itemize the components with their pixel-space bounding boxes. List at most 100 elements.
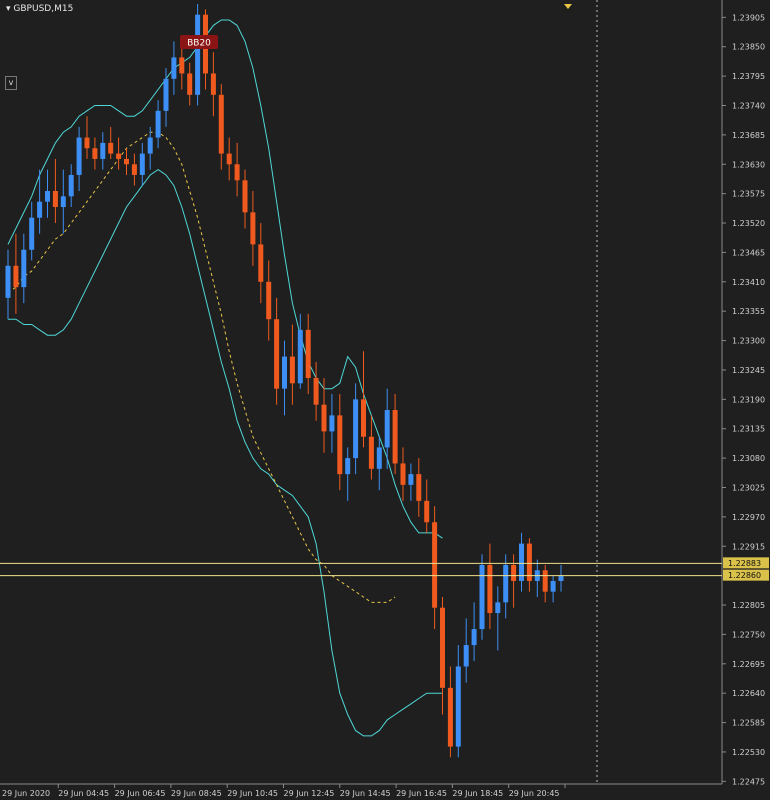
y-tick-label: 1.23190 bbox=[732, 395, 765, 404]
candle-body bbox=[92, 148, 98, 159]
candle-body bbox=[471, 629, 477, 646]
candle-body bbox=[13, 265, 19, 288]
candle-body bbox=[440, 607, 445, 688]
candle-body bbox=[21, 249, 27, 288]
candle-body bbox=[187, 73, 193, 95]
y-tick-label: 1.23685 bbox=[732, 131, 765, 140]
x-tick-label: 29 Jun 06:45 bbox=[115, 789, 166, 798]
y-tick-label: 1.23410 bbox=[732, 278, 765, 287]
y-tick-label: 1.22750 bbox=[732, 630, 765, 639]
x-tick-label: 29 Jun 12:45 bbox=[284, 789, 335, 798]
candle-body bbox=[313, 377, 319, 405]
symbol-text: GBPUSD,M15 bbox=[13, 4, 74, 14]
middle-band-series bbox=[7, 131, 396, 603]
candle-body bbox=[266, 281, 272, 320]
y-tick-label: 1.23025 bbox=[732, 483, 765, 492]
dropdown-arrow-icon[interactable]: ▾ bbox=[6, 4, 11, 14]
x-tick-label: 29 Jun 08:45 bbox=[171, 789, 222, 798]
y-tick-label: 1.22475 bbox=[732, 777, 765, 786]
candle-body bbox=[258, 244, 264, 282]
candle-body bbox=[84, 137, 90, 149]
y-tick-label: 1.23740 bbox=[732, 102, 765, 111]
candle-body bbox=[368, 436, 374, 469]
x-tick-label: 29 Jun 20:45 bbox=[509, 789, 560, 798]
indicator-badge-label: BB20 bbox=[187, 39, 211, 49]
x-tick-label: 29 Jun 2020 bbox=[2, 789, 50, 798]
y-tick-label: 1.22915 bbox=[732, 542, 765, 551]
candle-body bbox=[147, 137, 153, 154]
x-tick-label: 29 Jun 10:45 bbox=[227, 789, 278, 798]
candle-body bbox=[511, 564, 517, 581]
y-tick-label: 1.22530 bbox=[732, 748, 765, 757]
candle-body bbox=[274, 319, 280, 389]
candle-body bbox=[155, 110, 161, 138]
candle-body bbox=[400, 463, 406, 485]
candle-body bbox=[218, 94, 224, 154]
candle-body bbox=[139, 153, 145, 175]
candle-body bbox=[226, 153, 232, 165]
candle-body bbox=[45, 190, 50, 202]
candle-body bbox=[37, 201, 43, 218]
candle-body bbox=[447, 687, 453, 747]
candle-body bbox=[289, 356, 295, 384]
candle-body bbox=[479, 564, 485, 630]
candle-body bbox=[495, 602, 501, 614]
candle-body bbox=[558, 575, 564, 581]
x-tick-label: 29 Jun 16:45 bbox=[396, 789, 447, 798]
y-tick-label: 1.23520 bbox=[732, 219, 765, 228]
chart-canvas[interactable]: 1.23905 1.23850 1.23795 1.23740 1.23685 1.236… bbox=[0, 0, 770, 800]
candle-body bbox=[542, 570, 548, 592]
y-tick-label: 1.23135 bbox=[732, 425, 765, 434]
candle-body bbox=[361, 399, 366, 437]
candle-body bbox=[455, 666, 461, 747]
x-tick-label: 29 Jun 14:45 bbox=[340, 789, 391, 798]
candle-body bbox=[321, 404, 327, 432]
candle-body bbox=[210, 73, 216, 95]
candle-body bbox=[195, 14, 201, 95]
shift-marker-icon[interactable] bbox=[564, 4, 572, 9]
chart-window[interactable]: 1.23905 1.23850 1.23795 1.23740 1.23685 1.236… bbox=[0, 0, 770, 800]
y-tick-label: 1.23080 bbox=[732, 454, 765, 463]
candle-body bbox=[463, 645, 469, 667]
candle-body bbox=[384, 410, 390, 448]
candle-body bbox=[345, 458, 351, 475]
candle-body bbox=[337, 415, 343, 475]
price-tag-label: 1.22883 bbox=[728, 559, 761, 568]
candle-body bbox=[550, 580, 556, 592]
candle-body bbox=[392, 410, 398, 464]
x-tick-label: 29 Jun 18:45 bbox=[452, 789, 503, 798]
candle-body bbox=[432, 522, 438, 608]
y-tick-label: 1.23355 bbox=[732, 307, 765, 316]
y-tick-label: 1.23850 bbox=[732, 43, 765, 52]
candle-body bbox=[329, 415, 335, 432]
candle-body bbox=[108, 142, 114, 154]
candle-body bbox=[52, 190, 58, 208]
candle-body bbox=[250, 212, 256, 245]
candle-body bbox=[100, 142, 106, 159]
candle-body bbox=[116, 153, 122, 159]
candle-body bbox=[242, 180, 248, 213]
y-tick-label: 1.23575 bbox=[732, 190, 765, 199]
x-tick-label: 29 Jun 04:45 bbox=[58, 789, 109, 798]
candle-body bbox=[305, 329, 311, 378]
one-click-trading-toggle[interactable]: v bbox=[5, 76, 17, 90]
y-tick-label: 1.23905 bbox=[732, 13, 765, 22]
candle-body bbox=[353, 399, 359, 459]
candle-body bbox=[234, 164, 240, 181]
candle-body bbox=[424, 500, 430, 523]
candle-body bbox=[408, 474, 414, 485]
candle-body bbox=[487, 564, 493, 614]
y-tick-label: 1.23300 bbox=[732, 337, 765, 346]
candle-body bbox=[5, 265, 11, 298]
candle-body bbox=[131, 164, 137, 175]
y-tick-label: 1.23630 bbox=[732, 160, 765, 169]
candle-body bbox=[171, 57, 177, 79]
candle-body bbox=[503, 564, 509, 603]
y-tick-label: 1.23795 bbox=[732, 72, 765, 81]
candle-body bbox=[124, 158, 129, 165]
y-tick-label: 1.22585 bbox=[732, 719, 765, 728]
symbol-label: ▾ GBPUSD,M15 bbox=[6, 4, 73, 14]
y-tick-label: 1.22805 bbox=[732, 601, 765, 610]
y-tick-label: 1.22970 bbox=[732, 513, 765, 522]
y-tick-label: 1.22695 bbox=[732, 660, 765, 669]
